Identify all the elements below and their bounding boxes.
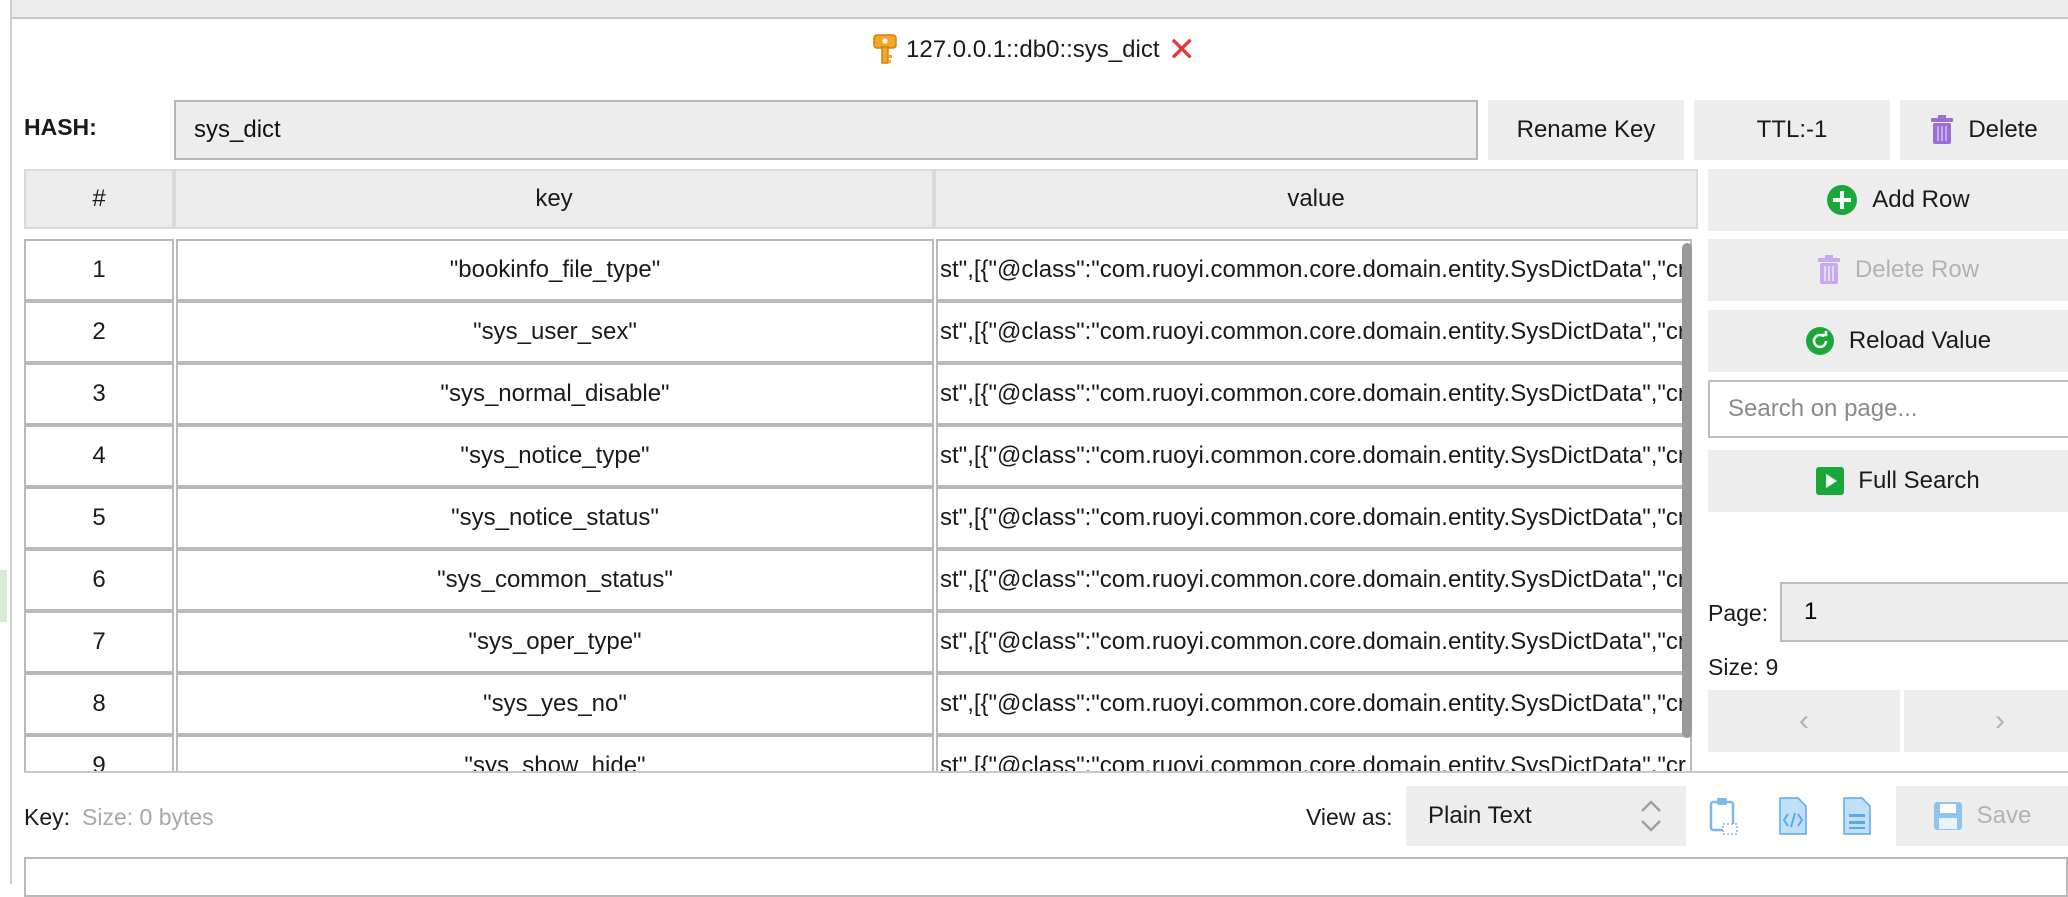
page-number-input[interactable] [1780,582,2068,642]
table-row[interactable]: 2 "sys_user_sex" st",[{"@class":"com.ruo… [24,301,1698,363]
table-row[interactable]: 8 "sys_yes_no" st",[{"@class":"com.ruoyi… [24,673,1698,735]
row-value[interactable]: st",[{"@class":"com.ruoyi.common.core.do… [936,549,1692,611]
reload-value-label: Reload Value [1848,327,1992,354]
row-key[interactable]: "sys_normal_disable" [176,363,934,425]
column-header-index[interactable]: # [24,169,174,229]
copy-icon[interactable] [1706,796,1740,836]
row-value[interactable]: st",[{"@class":"com.ruoyi.common.core.do… [936,425,1692,487]
save-button[interactable]: Save [1896,786,2068,846]
next-page-button[interactable]: › [1904,690,2068,752]
view-as-label: View as: [1306,804,1393,830]
trash-icon [1931,115,1954,144]
value-size-text: Size: 0 bytes [82,804,214,830]
code-icon[interactable] [1776,796,1810,836]
row-index: 5 [24,487,174,549]
row-index: 6 [24,549,174,611]
row-value[interactable]: st",[{"@class":"com.ruoyi.common.core.do… [936,487,1692,549]
row-index: 8 [24,673,174,735]
table-scrollbar[interactable] [1682,243,1692,738]
row-key[interactable]: "sys_user_sex" [176,301,934,363]
row-index: 4 [24,425,174,487]
size-label: Size: 9 [1708,654,1779,680]
row-value[interactable]: st",[{"@class":"com.ruoyi.common.core.do… [936,735,1692,771]
row-key[interactable]: "sys_notice_type" [176,425,934,487]
reload-value-button[interactable]: Reload Value [1708,310,2068,372]
rename-key-button[interactable]: Rename Key [1488,100,1684,160]
view-as-value: Plain Text [1428,802,1532,829]
ttl-label: TTL:-1 [1756,116,1828,143]
value-editor[interactable] [24,857,2068,897]
page-title: 127.0.0.1::db0::sys_dict [906,36,1160,63]
key-name-input[interactable] [174,100,1478,160]
top-strip [0,0,2068,19]
search-on-page-input[interactable] [1708,380,2068,438]
save-label: Save [1976,802,2032,829]
full-search-button[interactable]: Full Search [1708,450,2068,512]
splitter-handle[interactable] [0,570,7,622]
key-type-label: HASH: [24,114,97,140]
row-value[interactable]: st",[{"@class":"com.ruoyi.common.core.do… [936,239,1692,301]
chevron-left-icon: ‹ [1799,704,1809,737]
row-index: 1 [24,239,174,301]
delete-row-button[interactable]: Delete Row [1708,239,2068,301]
delete-row-label: Delete Row [1854,256,1980,283]
row-key[interactable]: "bookinfo_file_type" [176,239,934,301]
page-label: Page: [1708,600,1769,626]
refresh-icon [1805,327,1834,355]
table-row[interactable]: 7 "sys_oper_type" st",[{"@class":"com.ru… [24,611,1698,673]
row-value[interactable]: st",[{"@class":"com.ruoyi.common.core.do… [936,673,1692,735]
table-row[interactable]: 1 "bookinfo_file_type" st",[{"@class":"c… [24,239,1698,301]
table-row[interactable]: 9 "sys_show_hide" st",[{"@class":"com.ru… [24,735,1698,771]
table-body: 1 "bookinfo_file_type" st",[{"@class":"c… [24,239,1698,771]
chevron-right-icon: › [1995,704,2005,737]
row-value[interactable]: st",[{"@class":"com.ruoyi.common.core.do… [936,611,1692,673]
row-value[interactable]: st",[{"@class":"com.ruoyi.common.core.do… [936,363,1692,425]
row-index: 7 [24,611,174,673]
row-index: 3 [24,363,174,425]
table-row[interactable]: 5 "sys_notice_status" st",[{"@class":"co… [24,487,1698,549]
left-border [0,0,12,884]
row-index: 9 [24,735,174,771]
tab-title-bar: 127.0.0.1::db0::sys_dict ✕ [0,28,2068,72]
row-value[interactable]: st",[{"@class":"com.ruoyi.common.core.do… [936,301,1692,363]
add-row-label: Add Row [1872,186,1970,213]
rename-key-label: Rename Key [1516,116,1656,143]
ttl-button[interactable]: TTL:-1 [1694,100,1890,160]
key-icon [873,34,897,64]
row-key[interactable]: "sys_common_status" [176,549,934,611]
add-row-button[interactable]: Add Row [1708,169,2068,231]
row-key[interactable]: "sys_notice_status" [176,487,934,549]
delete-key-label: Delete [1968,116,2038,143]
table-row[interactable]: 4 "sys_notice_type" st",[{"@class":"com.… [24,425,1698,487]
table-row[interactable]: 3 "sys_normal_disable" st",[{"@class":"c… [24,363,1698,425]
view-as-select[interactable]: Plain Text [1406,786,1686,846]
play-icon [1816,467,1845,495]
row-key[interactable]: "sys_show_hide" [176,735,934,771]
chevron-updown-icon [1641,800,1661,832]
row-key[interactable]: "sys_oper_type" [176,611,934,673]
save-icon [1933,802,1962,830]
plus-circle-icon [1827,185,1858,215]
row-key[interactable]: "sys_yes_no" [176,673,934,735]
trash-icon [1817,255,1840,284]
column-header-value[interactable]: value [934,169,1698,229]
close-icon[interactable]: ✕ [1168,33,1197,67]
prev-page-button[interactable]: ‹ [1708,690,1900,752]
value-key-label: Key: [24,804,71,830]
table-row[interactable]: 6 "sys_common_status" st",[{"@class":"co… [24,549,1698,611]
column-header-key[interactable]: key [174,169,934,229]
full-search-label: Full Search [1858,467,1980,494]
delete-key-button[interactable]: Delete [1900,100,2068,160]
table-header: # key value [24,169,1698,229]
divider [24,771,2068,773]
binary-icon[interactable] [1840,796,1874,836]
row-index: 2 [24,301,174,363]
